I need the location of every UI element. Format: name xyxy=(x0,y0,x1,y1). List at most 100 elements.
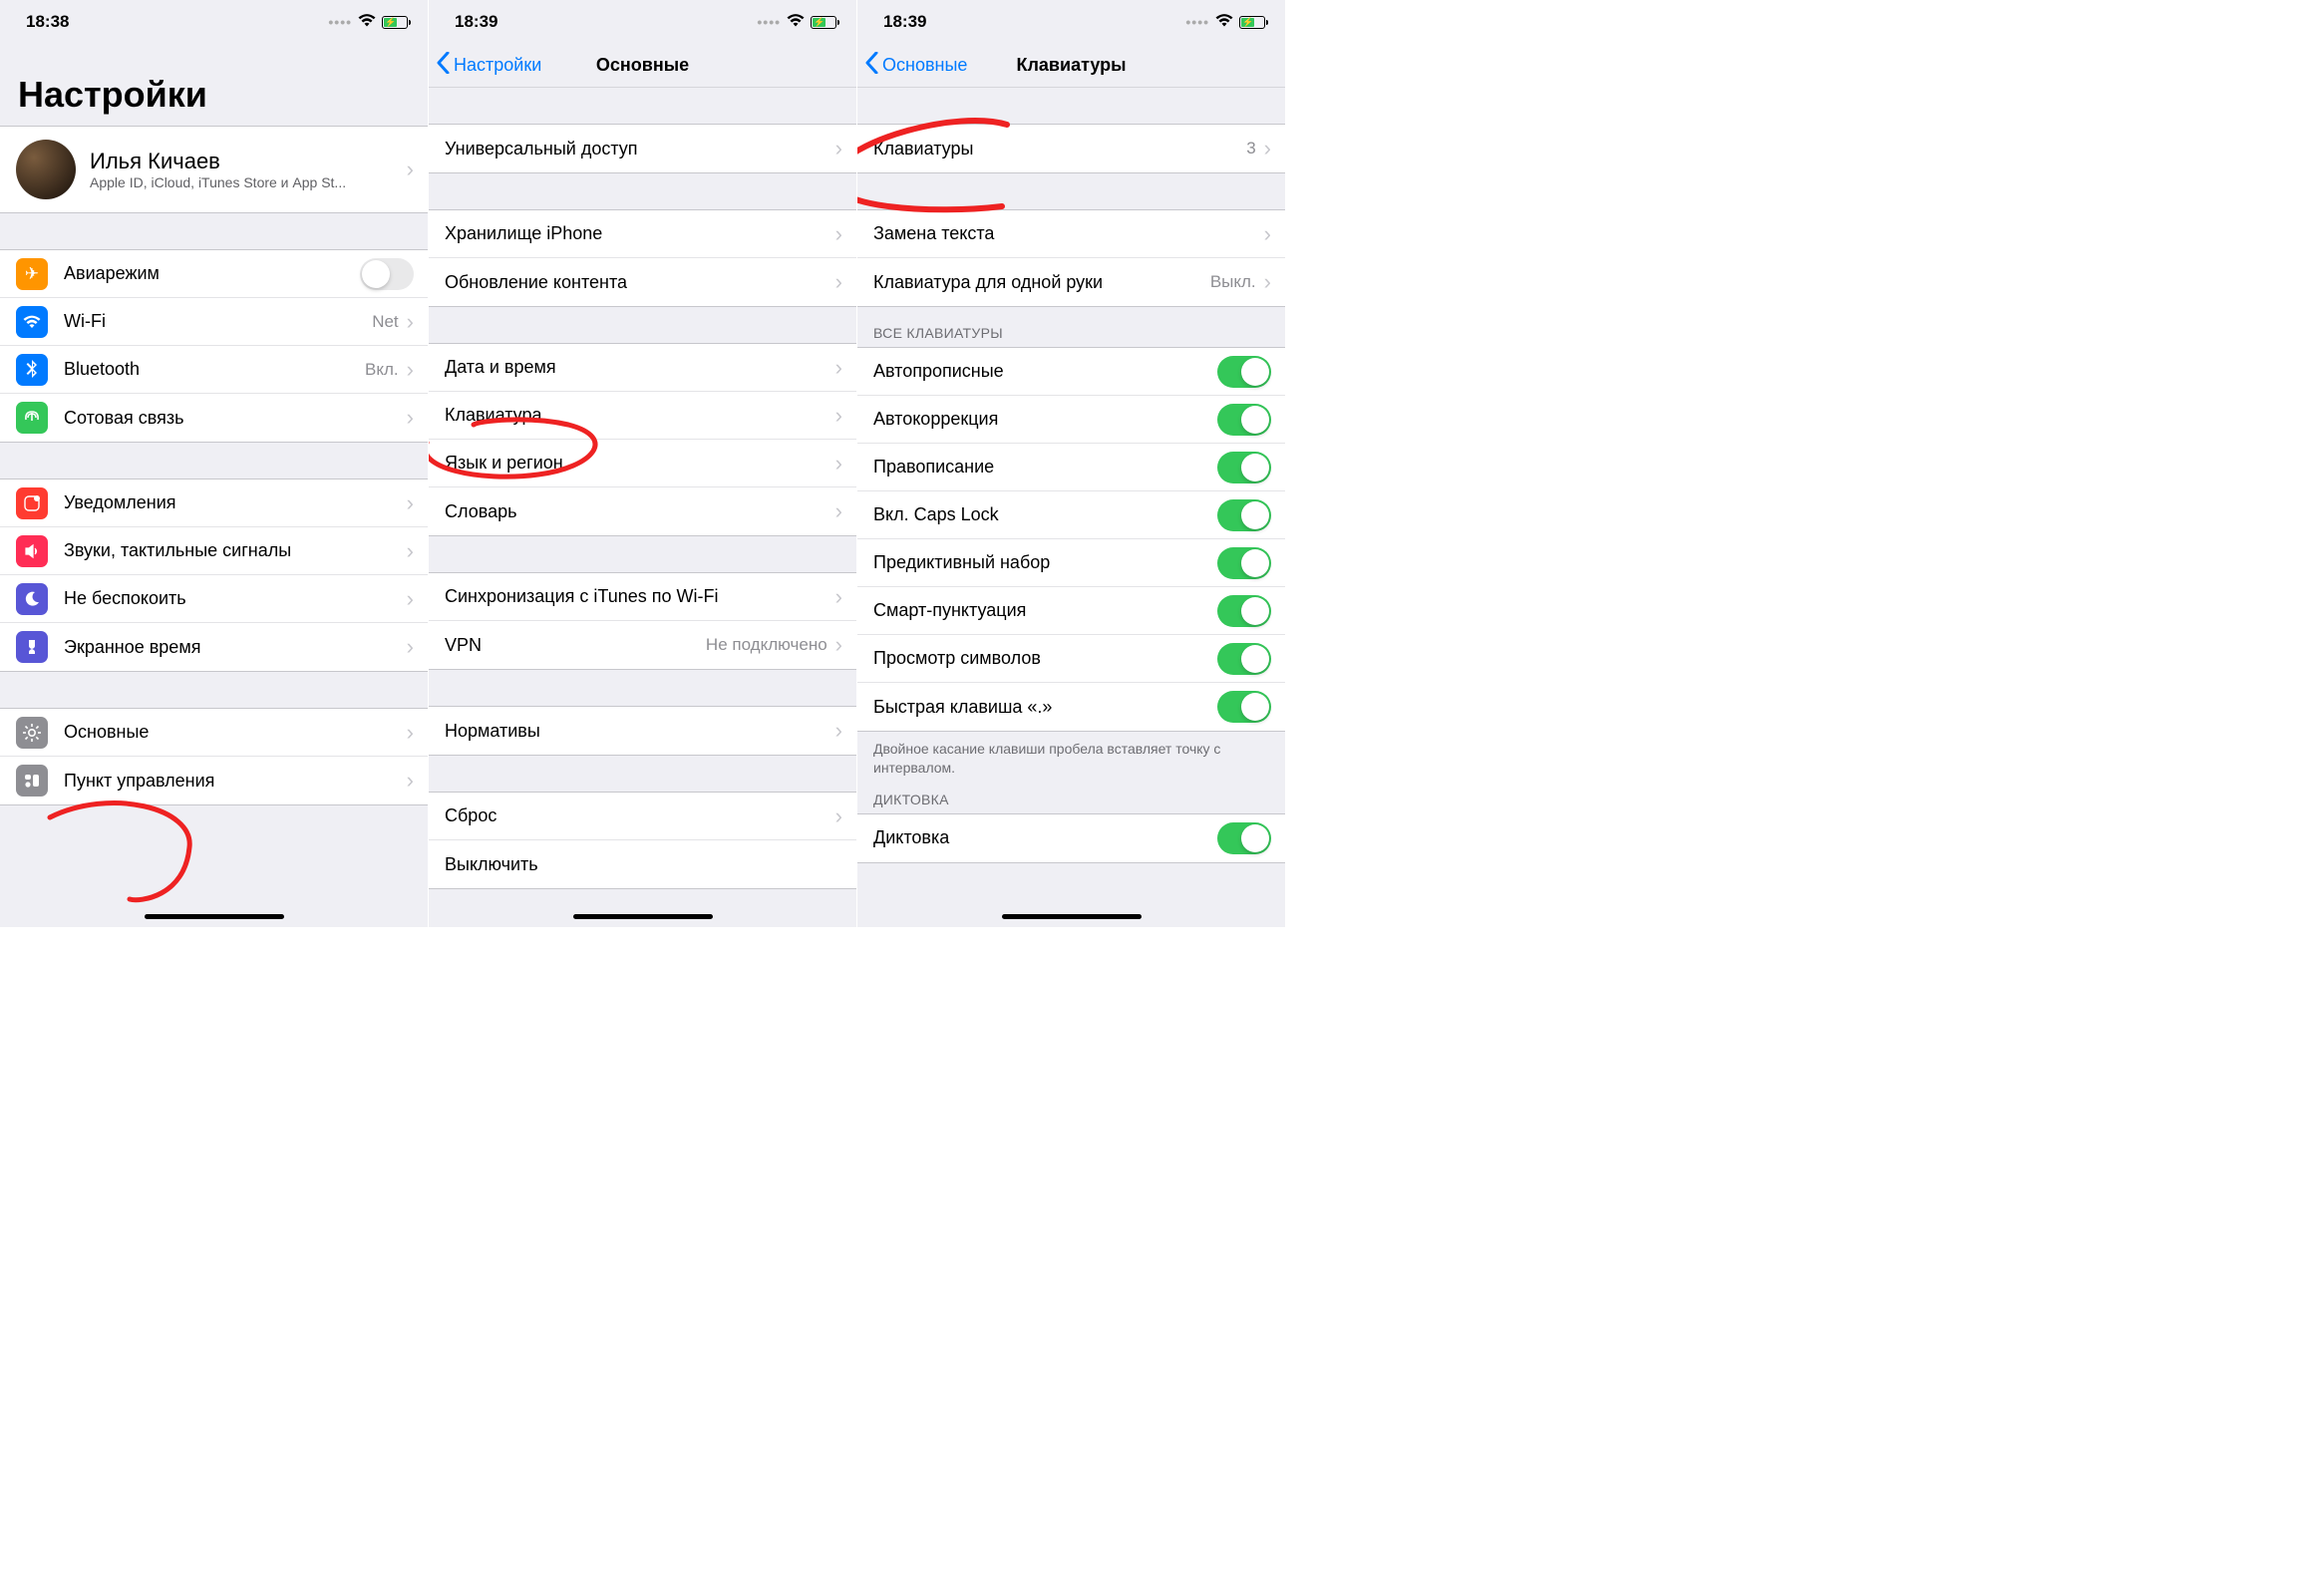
chevron-right-icon: › xyxy=(835,355,842,381)
autocorrect-toggle[interactable] xyxy=(1217,404,1271,436)
row-background-refresh[interactable]: Обновление контента › xyxy=(429,258,856,306)
row-itunes-wifi-sync[interactable]: Синхронизация с iTunes по Wi-Fi › xyxy=(429,573,856,621)
back-label: Основные xyxy=(882,55,967,76)
wifi-icon xyxy=(1215,12,1233,32)
status-time: 18:39 xyxy=(883,12,926,32)
chevron-right-icon: › xyxy=(835,498,842,524)
chevron-right-icon: › xyxy=(407,309,414,335)
chevron-right-icon: › xyxy=(1264,136,1271,161)
bluetooth-icon xyxy=(16,354,48,386)
row-keyboard[interactable]: Клавиатура › xyxy=(429,392,856,440)
row-dictation[interactable]: Диктовка xyxy=(857,814,1285,862)
chevron-right-icon: › xyxy=(835,221,842,247)
row-language[interactable]: Язык и регион › xyxy=(429,440,856,487)
row-keyboards[interactable]: Клавиатуры 3 › xyxy=(857,125,1285,172)
wifi-icon xyxy=(787,12,805,32)
status-bar: 18:39 •••• ⚡ xyxy=(429,0,856,44)
status-time: 18:38 xyxy=(26,12,69,32)
chevron-right-icon: › xyxy=(407,720,414,746)
row-predictive[interactable]: Предиктивный набор xyxy=(857,539,1285,587)
preview-toggle[interactable] xyxy=(1217,643,1271,675)
row-sounds[interactable]: Звуки, тактильные сигналы › xyxy=(0,527,428,575)
spelling-toggle[interactable] xyxy=(1217,452,1271,483)
cellular-dots-icon: •••• xyxy=(757,14,781,30)
row-notifications[interactable]: Уведомления › xyxy=(0,479,428,527)
row-datetime[interactable]: Дата и время › xyxy=(429,344,856,392)
row-autocap[interactable]: Автопрописные xyxy=(857,348,1285,396)
avatar xyxy=(16,140,76,199)
row-control-center[interactable]: Пункт управления › xyxy=(0,757,428,804)
chevron-right-icon: › xyxy=(835,632,842,658)
battery-icon: ⚡ xyxy=(382,16,408,29)
status-bar: 18:39 •••• ⚡ xyxy=(857,0,1285,44)
battery-icon: ⚡ xyxy=(1239,16,1265,29)
screentime-icon xyxy=(16,631,48,663)
row-regulatory[interactable]: Нормативы › xyxy=(429,707,856,755)
smart-punct-toggle[interactable] xyxy=(1217,595,1271,627)
chevron-right-icon: › xyxy=(407,405,414,431)
row-storage[interactable]: Хранилище iPhone › xyxy=(429,210,856,258)
chevron-right-icon: › xyxy=(835,136,842,161)
annotation-circle xyxy=(30,798,199,907)
row-spelling[interactable]: Правописание xyxy=(857,444,1285,491)
chevron-right-icon: › xyxy=(407,634,414,660)
cellular-icon xyxy=(16,402,48,434)
nav-bar: Основные Клавиатуры xyxy=(857,44,1285,88)
home-indicator xyxy=(1002,914,1142,919)
row-shutdown[interactable]: Выключить xyxy=(429,840,856,888)
chevron-right-icon: › xyxy=(1264,269,1271,295)
back-button[interactable]: Настройки xyxy=(437,52,541,79)
row-dnd[interactable]: Не беспокоить › xyxy=(0,575,428,623)
row-vpn[interactable]: VPN Не подключено › xyxy=(429,621,856,669)
row-one-handed-keyboard[interactable]: Клавиатура для одной руки Выкл. › xyxy=(857,258,1285,306)
chevron-right-icon: › xyxy=(835,403,842,429)
row-accessibility[interactable]: Универсальный доступ › xyxy=(429,125,856,172)
row-reset[interactable]: Сброс › xyxy=(429,793,856,840)
autocap-toggle[interactable] xyxy=(1217,356,1271,388)
screen-general: 18:39 •••• ⚡ Настройки Основные Универса… xyxy=(429,0,857,927)
chevron-right-icon: › xyxy=(407,490,414,516)
profile-name: Илья Кичаев xyxy=(90,149,407,174)
home-indicator xyxy=(145,914,284,919)
screen-keyboard: 18:39 •••• ⚡ Основные Клавиатуры Клавиат… xyxy=(857,0,1286,927)
chevron-right-icon: › xyxy=(835,584,842,610)
nav-title: Клавиатуры xyxy=(1017,55,1127,76)
chevron-right-icon: › xyxy=(835,451,842,477)
chevron-right-icon: › xyxy=(835,803,842,829)
cellular-dots-icon: •••• xyxy=(328,14,352,30)
back-button[interactable]: Основные xyxy=(865,52,967,79)
row-wifi[interactable]: Wi-Fi Net › xyxy=(0,298,428,346)
status-time: 18:39 xyxy=(455,12,497,32)
dictation-toggle[interactable] xyxy=(1217,822,1271,854)
capslock-toggle[interactable] xyxy=(1217,499,1271,531)
row-general[interactable]: Основные › xyxy=(0,709,428,757)
row-bluetooth[interactable]: Bluetooth Вкл. › xyxy=(0,346,428,394)
section-header-dictation: ДИКТОВКА xyxy=(857,782,1285,813)
shortcut-toggle[interactable] xyxy=(1217,691,1271,723)
cellular-dots-icon: •••• xyxy=(1185,14,1209,30)
row-dictionary[interactable]: Словарь › xyxy=(429,487,856,535)
battery-icon: ⚡ xyxy=(811,16,836,29)
footer-note: Двойное касание клавиши пробела вставляе… xyxy=(857,732,1285,782)
predictive-toggle[interactable] xyxy=(1217,547,1271,579)
row-autocorrect[interactable]: Автокоррекция xyxy=(857,396,1285,444)
sounds-icon xyxy=(16,535,48,567)
airplane-icon: ✈︎ xyxy=(16,258,48,290)
row-airplane[interactable]: ✈︎ Авиарежим xyxy=(0,250,428,298)
row-quick-period[interactable]: Быстрая клавиша «.» xyxy=(857,683,1285,731)
row-preview[interactable]: Просмотр символов xyxy=(857,635,1285,683)
row-cellular[interactable]: Сотовая связь › xyxy=(0,394,428,442)
profile-row[interactable]: Илья Кичаев Apple ID, iCloud, iTunes Sto… xyxy=(0,126,428,213)
chevron-right-icon: › xyxy=(835,718,842,744)
home-indicator xyxy=(573,914,713,919)
page-title: Настройки xyxy=(0,44,428,126)
row-screentime[interactable]: Экранное время › xyxy=(0,623,428,671)
control-center-icon xyxy=(16,765,48,797)
dnd-icon xyxy=(16,583,48,615)
chevron-right-icon: › xyxy=(407,586,414,612)
row-capslock[interactable]: Вкл. Caps Lock xyxy=(857,491,1285,539)
airplane-toggle[interactable] xyxy=(360,258,414,290)
chevron-right-icon: › xyxy=(407,538,414,564)
row-text-replacement[interactable]: Замена текста › xyxy=(857,210,1285,258)
row-smart-punct[interactable]: Смарт-пунктуация xyxy=(857,587,1285,635)
